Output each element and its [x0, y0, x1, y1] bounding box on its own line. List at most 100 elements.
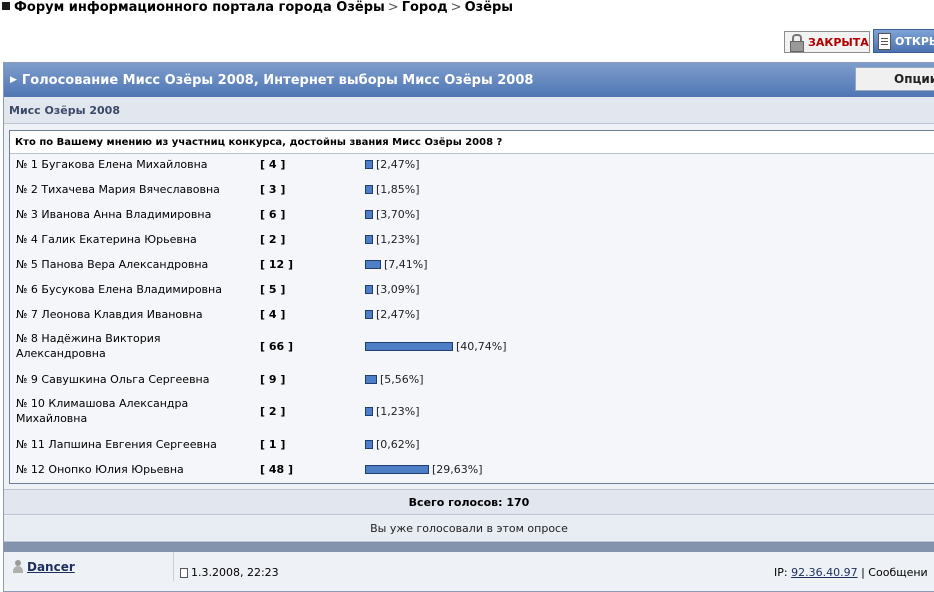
poll-option-bar — [365, 210, 373, 219]
poll-option-bar — [365, 440, 373, 449]
poll-option-row: № 5 Панова Вера Александровна [ 12 ] [7,41… — [10, 254, 934, 279]
post-author-link[interactable]: Dancer — [27, 560, 75, 574]
user-icon — [12, 559, 24, 574]
breadcrumb-ozery-link[interactable]: Озёры — [465, 0, 513, 15]
post-separator — [4, 542, 934, 552]
poll-option-votes: [ 66 ] — [260, 340, 294, 353]
poll-option-name: № 7 Леонова Клавдия Ивановна — [16, 308, 203, 321]
poll-option-bar — [365, 310, 373, 319]
poll-total: Всего голосов: 170 — [4, 489, 934, 515]
new-topic-label: ОТКРЫ — [895, 34, 934, 48]
poll-option-result: [3,09%] — [365, 282, 420, 297]
topic-closed-label: ЗАКРЫТА — [808, 35, 869, 49]
ip-link[interactable]: 92.36.40.97 — [791, 566, 857, 579]
poll-option-result: [1,85%] — [365, 182, 420, 197]
poll-option-percent: [1,23%] — [376, 405, 420, 418]
poll-option-result: [3,70%] — [365, 207, 420, 222]
poll-option-row: № 9 Савушкина Ольга Сергеевна [ 9 ] [5,56%… — [10, 369, 934, 394]
poll-option-row: № 10 Климашова Александра Михайловна [ 2 … — [10, 394, 934, 434]
poll-option-row: № 8 Надёжина Виктория Александровна [ 66 … — [10, 329, 934, 369]
poll-option-percent: [3,70%] — [376, 208, 420, 221]
poll-option-name: № 10 Климашова Александра Михайловна — [16, 397, 189, 425]
poll-option-name: № 12 Онопко Юлия Юрьевна — [16, 463, 184, 476]
poll-question: Кто по Вашему мнению из участниц конкурс… — [10, 131, 934, 154]
poll-option-row: № 7 Леонова Клавдия Ивановна [ 4 ] [2,47%] — [10, 304, 934, 329]
poll-option-row: № 11 Лапшина Евгения Сергеевна [ 1 ] [0,62… — [10, 434, 934, 459]
poll-option-result: [2,47%] — [365, 157, 420, 172]
post-date-text: 1.3.2008, 22:23 — [191, 566, 279, 579]
poll-option-name: № 8 Надёжина Виктория Александровна — [16, 332, 161, 360]
poll-option-bar — [365, 235, 373, 244]
poll-option-result: [1,23%] — [365, 404, 420, 419]
poll-option-name: № 9 Савушкина Ольга Сергеевна — [16, 373, 210, 386]
poll-option-votes: [ 9 ] — [260, 373, 286, 386]
poll-option-percent: [29,63%] — [432, 463, 483, 476]
post-header: Dancer 1.3.2008, 22:23 IP: 92.36.40.97 |… — [4, 552, 934, 581]
poll-option-percent: [40,74%] — [456, 340, 507, 353]
topic-title: Голосование Мисс Озёры 2008, Интернет вы… — [21, 72, 534, 88]
poll-already-voted: Вы уже голосовали в этом опросе — [4, 516, 934, 542]
poll-option-name: № 6 Бусукова Елена Владимировна — [16, 283, 222, 296]
poll-option-percent: [0,62%] — [376, 438, 420, 451]
poll-option-votes: [ 6 ] — [260, 208, 286, 221]
poll-option-result: [7,41%] — [365, 257, 428, 272]
poll-option-bar — [365, 375, 377, 384]
breadcrumb-separator: > — [387, 0, 399, 15]
poll-option-percent: [1,23%] — [376, 233, 420, 246]
arrow-right-icon: ▶ — [10, 75, 17, 85]
poll-option-percent: [2,47%] — [376, 158, 420, 171]
poll-option-percent: [2,47%] — [376, 308, 420, 321]
new-topic-button[interactable]: ОТКРЫ — [873, 29, 934, 53]
poll-option-votes: [ 2 ] — [260, 233, 286, 246]
poll-option-percent: [7,41%] — [384, 258, 428, 271]
poll-option-votes: [ 4 ] — [260, 158, 286, 171]
document-icon — [878, 32, 891, 50]
poll-option-row: № 3 Иванова Анна Владимировна [ 6 ] [3,70%… — [10, 204, 934, 229]
poll-option-name: № 1 Бугакова Елена Михайловна — [16, 158, 208, 171]
poll-option-votes: [ 5 ] — [260, 283, 286, 296]
poll-option-result: [2,47%] — [365, 307, 420, 322]
ip-label: IP: — [774, 566, 788, 579]
poll-option-bar — [365, 185, 373, 194]
breadcrumb-city-link[interactable]: Город — [402, 0, 448, 15]
options-button[interactable]: Опции — [855, 67, 934, 91]
topic-title-bar: ▶ Голосование Мисс Озёры 2008, Интернет … — [4, 63, 934, 97]
poll-box: Кто по Вашему мнению из участниц конкурс… — [9, 130, 934, 484]
poll-option-votes: [ 2 ] — [260, 405, 286, 418]
poll-option-votes: [ 1 ] — [260, 438, 286, 451]
poll-options-list: № 1 Бугакова Елена Михайловна [ 4 ] [2,47%… — [10, 154, 934, 484]
poll-option-name: № 5 Панова Вера Александровна — [16, 258, 209, 271]
poll-option-bar — [365, 465, 429, 474]
poll-option-name: № 4 Галик Екатерина Юрьевна — [16, 233, 197, 246]
poll-option-name: № 3 Иванова Анна Владимировна — [16, 208, 212, 221]
poll-option-result: [1,23%] — [365, 232, 420, 247]
poll-option-votes: [ 12 ] — [260, 258, 294, 271]
post-icon — [180, 567, 188, 578]
poll-option-percent: [3,09%] — [376, 283, 420, 296]
breadcrumb-forum-link[interactable]: Форум информационного портала города Озё… — [14, 0, 385, 15]
poll-option-bar — [365, 285, 373, 294]
topic-subtitle: Мисс Озёры 2008 — [4, 97, 934, 124]
ip-divider: | — [861, 566, 865, 579]
breadcrumb-separator: > — [450, 0, 462, 15]
topic-closed-button[interactable]: ЗАКРЫТА — [784, 31, 870, 53]
poll-option-votes: [ 3 ] — [260, 183, 286, 196]
breadcrumb: Форум информационного портала города Озё… — [2, 0, 513, 15]
poll-option-row: № 2 Тихачева Мария Вячеславовна [ 3 ] [1,8… — [10, 179, 934, 204]
poll-option-percent: [5,56%] — [380, 373, 424, 386]
poll-option-result: [5,56%] — [365, 372, 424, 387]
poll-option-name: № 11 Лапшина Евгения Сергеевна — [16, 438, 217, 451]
post-ip: IP: 92.36.40.97 | Сообщени — [774, 566, 928, 579]
post-date: 1.3.2008, 22:23 — [180, 566, 279, 579]
poll-option-bar — [365, 407, 373, 416]
poll-option-percent: [1,85%] — [376, 183, 420, 196]
poll-option-row: № 6 Бусукова Елена Владимировна [ 5 ] [3,0… — [10, 279, 934, 304]
poll-option-row: № 4 Галик Екатерина Юрьевна [ 2 ] [1,23%] — [10, 229, 934, 254]
poll-option-bar — [365, 342, 453, 351]
poll-option-result: [0,62%] — [365, 437, 420, 452]
poll-option-bar — [365, 260, 381, 269]
poll-option-votes: [ 48 ] — [260, 463, 294, 476]
messages-link[interactable]: Сообщени — [868, 566, 927, 579]
poll-option-row: № 12 Онопко Юлия Юрьевна [ 48 ] [29,63%] — [10, 459, 934, 484]
poll-option-name: № 2 Тихачева Мария Вячеславовна — [16, 183, 220, 196]
